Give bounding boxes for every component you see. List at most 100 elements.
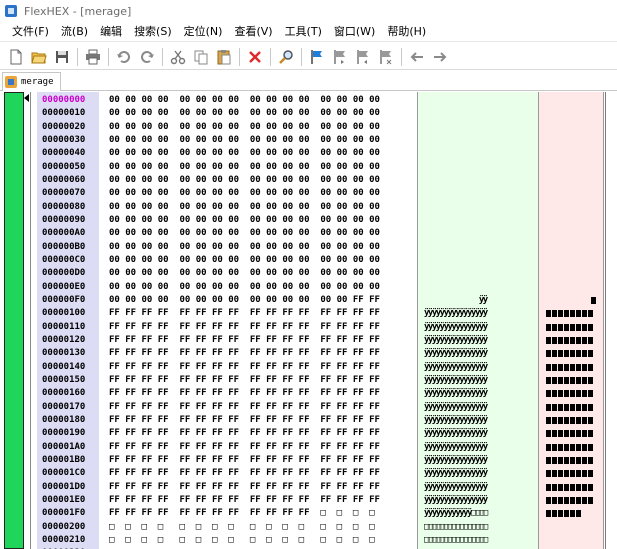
row-ascii[interactable]: ÿÿÿÿÿÿÿÿÿÿÿÿÿÿÿÿ bbox=[424, 454, 488, 467]
row-hex-bytes[interactable]: 00 00 00 00 00 00 00 00 00 00 00 00 00 0… bbox=[109, 241, 380, 254]
row-hex-bytes[interactable]: 00 00 00 00 00 00 00 00 00 00 00 00 00 0… bbox=[109, 161, 380, 174]
copy-button[interactable] bbox=[191, 47, 211, 67]
hex-row: 00000110 FF FF FF FF FF FF FF FF FF FF FF… bbox=[0, 321, 617, 334]
row-hex-bytes[interactable]: FF FF FF FF FF FF FF FF FF FF FF FF FF F… bbox=[109, 441, 380, 454]
row-hex-bytes[interactable]: 00 00 00 00 00 00 00 00 00 00 00 00 00 0… bbox=[109, 174, 380, 187]
next-flag-button[interactable] bbox=[330, 47, 350, 67]
row-hex-bytes[interactable]: FF FF FF FF FF FF FF FF FF FF FF FF FF F… bbox=[109, 481, 380, 494]
row-hex-bytes[interactable]: 00 00 00 00 00 00 00 00 00 00 00 00 00 0… bbox=[109, 121, 380, 134]
row-ascii[interactable]: ÿÿÿÿÿÿÿÿÿÿÿÿÿÿÿÿ bbox=[424, 321, 488, 334]
row-ascii[interactable]: ÿÿÿÿÿÿÿÿÿÿÿÿÿÿÿÿ bbox=[424, 481, 488, 494]
hex-row: 00000130 FF FF FF FF FF FF FF FF FF FF FF… bbox=[0, 347, 617, 360]
row-address: 00000060 bbox=[42, 174, 86, 185]
tab-merage[interactable]: merage bbox=[2, 72, 61, 91]
open-folder-icon bbox=[31, 52, 47, 63]
row-hex-bytes[interactable]: FF FF FF FF FF FF FF FF FF FF FF FF FF F… bbox=[109, 334, 380, 347]
row-hex-bytes[interactable]: 00 00 00 00 00 00 00 00 00 00 00 00 00 0… bbox=[109, 254, 380, 267]
hex-row: 00000140 FF FF FF FF FF FF FF FF FF FF FF… bbox=[0, 361, 617, 374]
relative-block bbox=[576, 390, 581, 398]
row-ascii[interactable]: ÿÿÿÿÿÿÿÿÿÿÿÿÿÿÿÿ bbox=[424, 374, 488, 387]
print-button[interactable] bbox=[83, 47, 103, 67]
row-ascii[interactable]: ÿÿÿÿÿÿÿÿÿÿÿÿÿÿÿÿ bbox=[424, 427, 488, 440]
row-hex-bytes[interactable]: 00 00 00 00 00 00 00 00 00 00 00 00 00 0… bbox=[109, 294, 380, 307]
menu-item-3[interactable]: 搜索(S) bbox=[128, 23, 178, 41]
row-hex-bytes[interactable]: 00 00 00 00 00 00 00 00 00 00 00 00 00 0… bbox=[109, 214, 380, 227]
hex-editor[interactable]: 00000000 00 00 00 00 00 00 00 00 00 00 00… bbox=[0, 92, 617, 549]
row-hex-bytes[interactable]: FF FF FF FF FF FF FF FF FF FF FF FF FF F… bbox=[109, 361, 380, 374]
row-hex-bytes[interactable]: FF FF FF FF FF FF FF FF FF FF FF FF FF F… bbox=[109, 494, 380, 507]
open-folder-button[interactable] bbox=[29, 47, 49, 67]
undo-button[interactable] bbox=[114, 47, 134, 67]
row-ascii[interactable]: ÿÿÿÿÿÿÿÿÿÿÿÿÿÿÿÿ bbox=[424, 307, 488, 320]
menu-item-7[interactable]: 窗口(W) bbox=[328, 23, 381, 41]
relative-block bbox=[552, 496, 557, 504]
row-ascii[interactable]: ÿÿÿÿÿÿÿÿÿÿÿÿÿÿÿÿ bbox=[424, 414, 488, 427]
row-hex-bytes[interactable]: FF FF FF FF FF FF FF FF FF FF FF FF FF F… bbox=[109, 414, 380, 427]
row-hex-bytes[interactable]: FF FF FF FF FF FF FF FF FF FF FF FF FF F… bbox=[109, 321, 380, 334]
relative-block bbox=[570, 336, 575, 344]
row-hex-bytes[interactable]: FF FF FF FF FF FF FF FF FF FF FF FF FF F… bbox=[109, 374, 380, 387]
row-hex-bytes[interactable]: FF FF FF FF FF FF FF FF FF FF FF FF FF F… bbox=[109, 467, 380, 480]
row-ascii[interactable]: ÿÿÿÿÿÿÿÿÿÿÿÿÿÿÿÿ bbox=[424, 347, 488, 360]
row-hex-bytes[interactable]: 00 00 00 00 00 00 00 00 00 00 00 00 00 0… bbox=[109, 267, 380, 280]
relative-block bbox=[582, 496, 587, 504]
relative-block bbox=[558, 443, 563, 451]
redo-button[interactable] bbox=[137, 47, 157, 67]
menu-item-0[interactable]: 文件(F) bbox=[6, 23, 55, 41]
row-hex-bytes[interactable]: FF FF FF FF FF FF FF FF FF FF FF FF FF F… bbox=[109, 347, 380, 360]
menu-item-1[interactable]: 流(B) bbox=[55, 23, 94, 41]
row-hex-bytes[interactable]: FF FF FF FF FF FF FF FF FF FF FF FF FF F… bbox=[109, 307, 380, 320]
back-arrow-button[interactable] bbox=[407, 47, 427, 67]
row-hex-bytes[interactable]: FF FF FF FF FF FF FF FF FF FF FF FF FF F… bbox=[109, 387, 380, 400]
row-ascii[interactable]: ÿÿÿÿÿÿÿÿÿÿÿÿ□□□□ bbox=[424, 507, 488, 520]
new-file-button[interactable] bbox=[6, 47, 26, 67]
print-icon bbox=[86, 49, 100, 64]
row-ascii[interactable]: ÿÿÿÿÿÿÿÿÿÿÿÿÿÿÿÿ bbox=[424, 334, 488, 347]
prev-flag-icon bbox=[357, 49, 368, 64]
find-button[interactable] bbox=[276, 47, 296, 67]
menu-item-6[interactable]: 工具(T) bbox=[279, 23, 328, 41]
row-hex-bytes[interactable]: 00 00 00 00 00 00 00 00 00 00 00 00 00 0… bbox=[109, 227, 380, 240]
row-hex-bytes[interactable]: 00 00 00 00 00 00 00 00 00 00 00 00 00 0… bbox=[109, 187, 380, 200]
row-hex-bytes[interactable]: 00 00 00 00 00 00 00 00 00 00 00 00 00 0… bbox=[109, 281, 380, 294]
row-ascii[interactable]: ÿÿÿÿÿÿÿÿÿÿÿÿÿÿÿÿ bbox=[424, 494, 488, 507]
row-hex-bytes[interactable]: 00 00 00 00 00 00 00 00 00 00 00 00 00 0… bbox=[109, 147, 380, 160]
relative-block bbox=[552, 443, 557, 451]
row-hex-bytes[interactable]: FF FF FF FF FF FF FF FF FF FF FF FF FF F… bbox=[109, 401, 380, 414]
relative-block bbox=[576, 430, 581, 438]
row-ascii[interactable]: ÿÿÿÿÿÿÿÿÿÿÿÿÿÿÿÿ bbox=[424, 441, 488, 454]
row-ascii[interactable]: ÿÿÿÿÿÿÿÿÿÿÿÿÿÿÿÿ bbox=[424, 387, 488, 400]
row-ascii[interactable]: ÿÿÿÿÿÿÿÿÿÿÿÿÿÿÿÿ bbox=[424, 467, 488, 480]
delete-button[interactable] bbox=[245, 47, 265, 67]
cut-button[interactable] bbox=[168, 47, 188, 67]
hex-row: 00000090 00 00 00 00 00 00 00 00 00 00 00… bbox=[0, 214, 617, 227]
row-hex-bytes[interactable]: 00 00 00 00 00 00 00 00 00 00 00 00 00 0… bbox=[109, 201, 380, 214]
row-hex-bytes[interactable]: FF FF FF FF FF FF FF FF FF FF FF FF □ □ … bbox=[109, 507, 375, 520]
clear-flag-button[interactable] bbox=[376, 47, 396, 67]
paste-button[interactable] bbox=[214, 47, 234, 67]
menu-item-4[interactable]: 定位(N) bbox=[178, 23, 229, 41]
toolbar bbox=[0, 44, 617, 70]
row-ascii[interactable]: □□□□□□□□□□□□□□□□ bbox=[424, 534, 488, 547]
menu-item-5[interactable]: 查看(V) bbox=[228, 23, 278, 41]
menu-item-2[interactable]: 编辑 bbox=[94, 23, 128, 41]
row-hex-bytes[interactable]: FF FF FF FF FF FF FF FF FF FF FF FF FF F… bbox=[109, 427, 380, 440]
hex-row: 000000F0 00 00 00 00 00 00 00 00 00 00 00… bbox=[0, 294, 617, 307]
row-ascii[interactable]: ÿÿÿÿÿÿÿÿÿÿÿÿÿÿÿÿ bbox=[424, 401, 488, 414]
forward-arrow-icon bbox=[434, 51, 447, 62]
row-hex-bytes[interactable]: FF FF FF FF FF FF FF FF FF FF FF FF FF F… bbox=[109, 454, 380, 467]
row-ascii[interactable]: ÿÿÿÿÿÿÿÿÿÿÿÿÿÿÿÿ bbox=[424, 361, 488, 374]
row-ascii[interactable]: □□□□□□□□□□□□□□□□ bbox=[424, 521, 488, 534]
forward-arrow-button[interactable] bbox=[430, 47, 450, 67]
prev-flag-button[interactable] bbox=[353, 47, 373, 67]
row-relative-bar bbox=[546, 443, 594, 451]
row-hex-bytes[interactable]: 00 00 00 00 00 00 00 00 00 00 00 00 00 0… bbox=[109, 107, 380, 120]
row-hex-bytes[interactable]: □ □ □ □ □ □ □ □ □ □ □ □ □ □ □ □ bbox=[109, 534, 375, 547]
row-hex-bytes[interactable]: 00 00 00 00 00 00 00 00 00 00 00 00 00 0… bbox=[109, 94, 380, 107]
row-hex-bytes[interactable]: 00 00 00 00 00 00 00 00 00 00 00 00 00 0… bbox=[109, 134, 380, 147]
menu-item-8[interactable]: 帮助(H) bbox=[381, 23, 432, 41]
row-ascii[interactable]: ÿÿ bbox=[424, 294, 488, 307]
row-hex-bytes[interactable]: □ □ □ □ □ □ □ □ □ □ □ □ □ □ □ □ bbox=[109, 521, 375, 534]
save-button[interactable] bbox=[52, 47, 72, 67]
bookmark-flag-button[interactable] bbox=[307, 47, 327, 67]
